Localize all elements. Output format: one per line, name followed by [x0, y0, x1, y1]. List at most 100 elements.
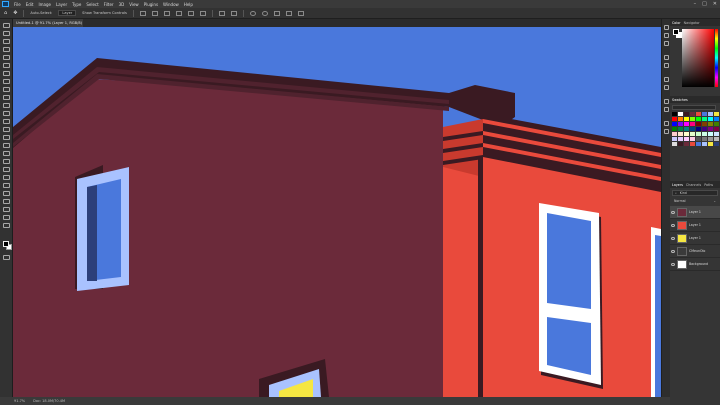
swatch[interactable]	[678, 127, 683, 131]
layer-row[interactable]: Layer 1	[670, 206, 720, 219]
panel-foreground-swatch[interactable]	[673, 29, 679, 35]
swatch[interactable]	[702, 127, 707, 131]
tab-channels[interactable]: Channels	[686, 183, 701, 187]
libraries-icon[interactable]	[664, 63, 669, 68]
swatch[interactable]	[690, 117, 695, 121]
swatch[interactable]	[684, 117, 689, 121]
swatch[interactable]	[690, 137, 695, 141]
swatch[interactable]	[672, 142, 677, 146]
layer-row[interactable]: Layer 1	[670, 232, 720, 245]
swatch[interactable]	[678, 117, 683, 121]
eye-icon[interactable]	[671, 223, 675, 227]
align-middle-icon[interactable]	[187, 10, 194, 16]
auto-select-dropdown[interactable]: Layer	[58, 10, 77, 16]
swatch[interactable]	[690, 112, 695, 116]
blend-mode-dropdown[interactable]: Normal ⌄	[672, 198, 718, 204]
hand-tool-icon[interactable]	[3, 183, 10, 188]
swatch[interactable]	[702, 112, 707, 116]
swatch[interactable]	[672, 122, 677, 126]
swatch[interactable]	[672, 132, 677, 136]
crop-tool-icon[interactable]	[3, 63, 10, 68]
edit-toolbar-icon[interactable]	[3, 199, 10, 204]
move-tool-icon[interactable]: ✥	[13, 10, 17, 16]
tab-navigator[interactable]: Navigator	[684, 21, 700, 25]
document-tab[interactable]: Untitled-1 @ 91.7% (Layer 1, RGB/8) *	[13, 19, 83, 27]
glyphs-icon[interactable]	[664, 99, 669, 104]
swatch[interactable]	[684, 112, 689, 116]
screen-mode-icon[interactable]	[3, 223, 10, 228]
path-select-tool-icon[interactable]	[3, 167, 10, 172]
artboard-tool-icon[interactable]	[3, 31, 10, 36]
swatch[interactable]	[696, 132, 701, 136]
swatch[interactable]	[708, 127, 713, 131]
photoshop-logo-icon[interactable]	[2, 1, 9, 7]
layer-row[interactable]: Layer 1	[670, 219, 720, 232]
quick-select-tool-icon[interactable]	[3, 55, 10, 60]
character-icon[interactable]	[664, 77, 669, 82]
swatch[interactable]	[708, 112, 713, 116]
maximize-icon[interactable]: □	[702, 1, 707, 7]
menu-help[interactable]: Help	[184, 2, 193, 7]
menu-type[interactable]: Type	[72, 2, 81, 7]
swatch[interactable]	[678, 122, 683, 126]
swatch[interactable]	[672, 137, 677, 141]
swatch[interactable]	[702, 117, 707, 121]
layer-row[interactable]: CMeunOlo	[670, 245, 720, 258]
swatch[interactable]	[696, 117, 701, 121]
swatch[interactable]	[714, 112, 719, 116]
document-size[interactable]: Doc: 18.0M/70.4M	[33, 399, 65, 403]
minimize-icon[interactable]: –	[694, 1, 697, 7]
3d-slide-icon[interactable]	[285, 10, 292, 16]
marquee-tool-icon[interactable]	[3, 39, 10, 44]
swatch[interactable]	[714, 137, 719, 141]
swatch[interactable]	[702, 122, 707, 126]
menu-3d[interactable]: 3D	[119, 2, 125, 7]
menu-filter[interactable]: Filter	[104, 2, 114, 7]
align-left-icon[interactable]	[139, 10, 146, 16]
swatch[interactable]	[684, 142, 689, 146]
align-bottom-icon[interactable]	[199, 10, 206, 16]
paragraph-icon[interactable]	[664, 85, 669, 90]
swatch[interactable]	[696, 122, 701, 126]
properties-icon[interactable]	[664, 33, 669, 38]
hue-slider[interactable]	[715, 29, 718, 87]
3d-roll-icon[interactable]	[261, 10, 268, 16]
swatch[interactable]	[672, 127, 677, 131]
menu-edit[interactable]: Edit	[26, 2, 34, 7]
swatch[interactable]	[684, 122, 689, 126]
distribute-icon[interactable]	[218, 10, 225, 16]
swatch[interactable]	[690, 127, 695, 131]
menu-view[interactable]: View	[129, 2, 139, 7]
home-icon[interactable]: ⌂	[4, 10, 7, 16]
swatch[interactable]	[714, 132, 719, 136]
frame-tool-icon[interactable]	[3, 71, 10, 76]
zoom-tool-icon[interactable]	[3, 191, 10, 196]
swatch[interactable]	[696, 127, 701, 131]
brush-settings-icon[interactable]	[664, 41, 669, 46]
document-canvas[interactable]	[13, 27, 661, 397]
align-center-icon[interactable]	[151, 10, 158, 16]
zoom-level[interactable]: 91.7%	[14, 399, 25, 403]
swatch[interactable]	[690, 132, 695, 136]
eyedropper-tool-icon[interactable]	[3, 79, 10, 84]
swatch[interactable]	[702, 132, 707, 136]
rotate-view-tool-icon[interactable]	[3, 207, 10, 212]
3d-scale-icon[interactable]	[297, 10, 304, 16]
eye-icon[interactable]	[671, 210, 675, 214]
eye-icon[interactable]	[671, 236, 675, 240]
swatch[interactable]	[678, 142, 683, 146]
swatch[interactable]	[690, 122, 695, 126]
adjustments-icon[interactable]	[664, 55, 669, 60]
swatch[interactable]	[684, 127, 689, 131]
blur-tool-icon[interactable]	[3, 135, 10, 140]
menu-image[interactable]: Image	[38, 2, 51, 7]
3d-orbit-icon[interactable]	[249, 10, 256, 16]
swatch[interactable]	[708, 142, 713, 146]
align-top-icon[interactable]	[175, 10, 182, 16]
gradient-tool-icon[interactable]	[3, 127, 10, 132]
swatch[interactable]	[684, 132, 689, 136]
layer-filter-dropdown[interactable]: ⌕ Kind	[672, 190, 718, 196]
swatch[interactable]	[708, 137, 713, 141]
swatch[interactable]	[690, 142, 695, 146]
pen-tool-icon[interactable]	[3, 151, 10, 156]
